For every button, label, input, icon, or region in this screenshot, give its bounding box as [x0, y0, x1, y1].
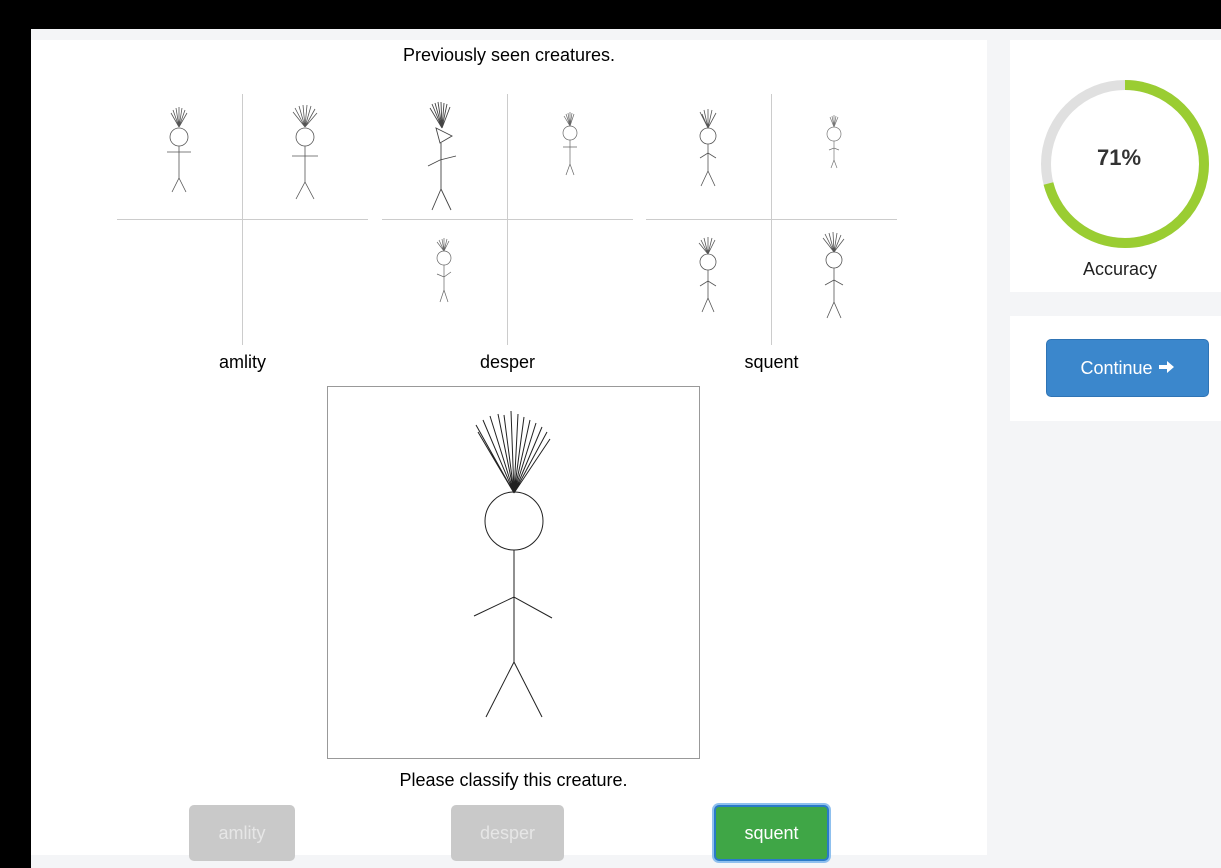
stick-figure: [473, 410, 553, 718]
target-creature-image: [327, 386, 700, 759]
empty-cell: [243, 220, 368, 345]
choice-button-squent[interactable]: squent: [714, 805, 829, 861]
creature-thumbnail: [646, 220, 771, 345]
classification-prompt: Please classify this creature.: [399, 770, 628, 790]
creature-thumbnail: [243, 94, 368, 219]
choice-button-amlity[interactable]: amlity: [189, 805, 295, 861]
creature-thumbnail: [646, 94, 771, 219]
creature-thumbnail: [117, 94, 242, 219]
empty-cell: [508, 220, 633, 345]
page-title: Previously seen creatures.: [402, 45, 616, 65]
group-label-amlity: amlity: [218, 352, 266, 372]
creature-thumbnail: [772, 220, 897, 345]
continue-panel: Continue: [1010, 316, 1221, 421]
creature-grid-desper: [382, 94, 633, 345]
accuracy-panel: 71% Accuracy: [1010, 40, 1221, 292]
creature-grid-squent: [646, 94, 897, 345]
creature-grid-amlity: [117, 94, 368, 345]
main-panel: Previously seen creatures. amlity desper…: [31, 40, 987, 861]
choice-button-desper[interactable]: desper: [451, 805, 564, 861]
continue-label: Continue: [1080, 357, 1153, 378]
creature-thumbnail: [772, 94, 897, 219]
accuracy-value: 71%: [1096, 145, 1142, 170]
continue-button[interactable]: Continue: [1046, 339, 1209, 397]
arrow-right-icon: [1158, 358, 1175, 379]
experiment-frame: Previously seen creatures. amlity desper…: [31, 29, 1221, 868]
group-label-squent: squent: [744, 352, 799, 372]
creature-thumbnail: [508, 94, 633, 219]
creature-thumbnail: [382, 94, 507, 219]
group-label-desper: desper: [479, 352, 536, 372]
accuracy-label: Accuracy: [1082, 259, 1158, 279]
empty-cell: [117, 220, 242, 345]
creature-thumbnail: [382, 220, 507, 345]
